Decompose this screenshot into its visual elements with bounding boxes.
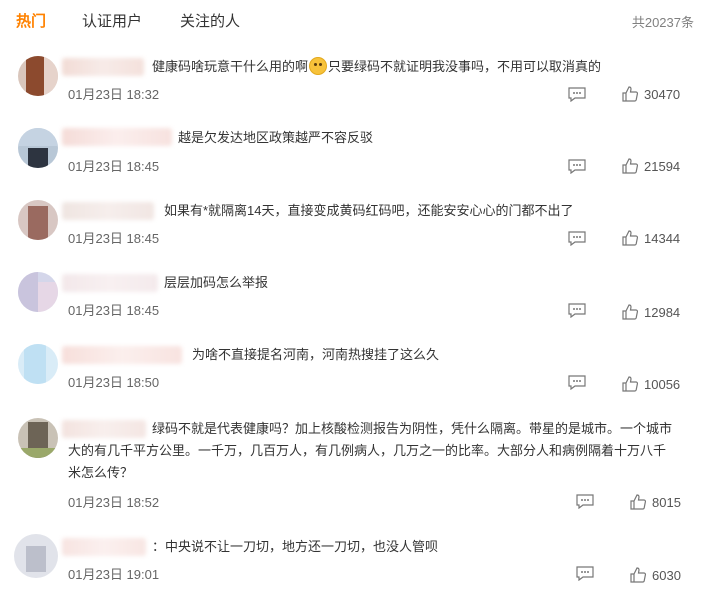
like-button[interactable]: 8015: [630, 494, 684, 512]
comment-icon[interactable]: [568, 303, 586, 318]
avatar[interactable]: [18, 418, 58, 458]
comment-item: ：中央说不让一刀切，地方还一刀切，也没人管呗 01月23日 19:01 6030: [0, 528, 710, 592]
username-blurred[interactable]: [62, 274, 158, 292]
like-count: 6030: [652, 568, 681, 583]
comment-text: 层层加码怎么举报: [164, 275, 269, 290]
comment-item: 越是欠发达地区政策越严不容反驳 01月23日 18:45 21594: [0, 122, 710, 182]
like-button[interactable]: 14344: [622, 230, 684, 248]
comment-item: 为啥不直接提名河南，河南热搜挂了这么久 01月23日 18:50 10056: [0, 338, 710, 398]
comment-time: 01月23日 18:50: [68, 375, 160, 390]
username-blurred[interactable]: [62, 202, 154, 220]
tab-hot[interactable]: 热门: [16, 10, 46, 31]
comment-time: 01月23日 18:52: [68, 495, 160, 510]
username-blurred[interactable]: [62, 420, 146, 438]
like-button[interactable]: 12984: [622, 304, 684, 322]
thumbs-up-icon: [622, 230, 638, 246]
like-count: 10056: [644, 377, 681, 392]
thumbs-up-icon: [622, 304, 638, 320]
comment-icon[interactable]: [568, 375, 586, 390]
comment-text: 为啥不直接提名河南，河南热搜挂了这么久: [192, 347, 440, 362]
comment-item: 绿码不就是代表健康吗？加上核酸检测报告为阴性，凭什么隔离。带星的是城市。一个城市…: [0, 412, 710, 522]
comment-text-line1: 绿码不就是代表健康吗？加上核酸检测报告为阴性，凭什么隔离。带星的是城市。一个城市: [152, 421, 673, 436]
username-blurred[interactable]: [62, 346, 182, 364]
username-blurred[interactable]: [62, 128, 172, 146]
like-button[interactable]: 21594: [622, 158, 684, 176]
comment-text-line3: 米怎么传？: [68, 465, 134, 480]
thumbs-up-icon: [630, 567, 646, 583]
avatar[interactable]: [18, 56, 58, 96]
comment-time: 01月23日 18:45: [68, 303, 160, 318]
thumbs-up-icon: [622, 158, 638, 174]
comment-tabs: 热门 认证用户 关注的人 共20237条: [0, 0, 710, 40]
comment-text: 健康码啥玩意干什么用的啊 只要绿码不就证明我没事吗，不用可以取消真的: [152, 56, 601, 78]
comment-icon[interactable]: [568, 231, 586, 246]
like-count: 21594: [644, 159, 681, 174]
surprised-emoji-icon: [309, 57, 328, 75]
comment-text: 如果有*就隔离14天，直接变成黄码红码吧，还能安安心心的门都不出了: [164, 203, 574, 218]
comment-icon[interactable]: [576, 566, 594, 581]
avatar[interactable]: [18, 344, 58, 384]
like-count: 30470: [644, 87, 681, 102]
thumbs-up-icon: [622, 86, 638, 102]
comment-item: 如果有*就隔离14天，直接变成黄码红码吧，还能安安心心的门都不出了 01月23日…: [0, 194, 710, 254]
avatar[interactable]: [18, 272, 58, 312]
comment-text: ：中央说不让一刀切，地方还一刀切，也没人管呗: [152, 539, 439, 554]
comment-text-line2: 大的有几千平方公里。一千万，几百万人，有几例病人，几万之一的比率。大部分人和病例…: [68, 443, 667, 458]
like-count: 14344: [644, 231, 681, 246]
avatar[interactable]: [18, 200, 58, 240]
comment-icon[interactable]: [568, 159, 586, 174]
like-button[interactable]: 6030: [630, 567, 684, 585]
comment-text: 越是欠发达地区政策越严不容反驳: [178, 130, 374, 145]
avatar[interactable]: [18, 128, 58, 168]
username-blurred[interactable]: [62, 58, 144, 76]
comment-time: 01月23日 18:45: [68, 231, 160, 246]
thumbs-up-icon: [630, 494, 646, 510]
comment-text-part1: 健康码啥玩意干什么用的啊: [152, 59, 309, 74]
comment-item: 层层加码怎么举报 01月23日 18:45 12984: [0, 266, 710, 326]
tab-verified-users[interactable]: 认证用户: [82, 10, 142, 31]
comment-icon[interactable]: [576, 494, 594, 509]
comment-icon[interactable]: [568, 87, 586, 102]
comment-total-count: 共20237条: [631, 15, 694, 30]
username-blurred[interactable]: [62, 538, 146, 556]
like-count: 12984: [644, 305, 681, 320]
thumbs-up-icon: [622, 376, 638, 392]
comment-time: 01月23日 18:45: [68, 159, 160, 174]
comment-item: 健康码啥玩意干什么用的啊 只要绿码不就证明我没事吗，不用可以取消真的 01月23日…: [0, 50, 710, 110]
like-button[interactable]: 10056: [622, 376, 684, 394]
avatar[interactable]: [14, 534, 58, 578]
comment-time: 01月23日 18:32: [68, 87, 160, 102]
comment-time: 01月23日 19:01: [68, 567, 160, 582]
comment-text-part2: 只要绿码不就证明我没事吗，不用可以取消真的: [328, 59, 602, 74]
like-button[interactable]: 30470: [622, 86, 684, 104]
tab-following[interactable]: 关注的人: [180, 10, 240, 31]
like-count: 8015: [652, 495, 681, 510]
